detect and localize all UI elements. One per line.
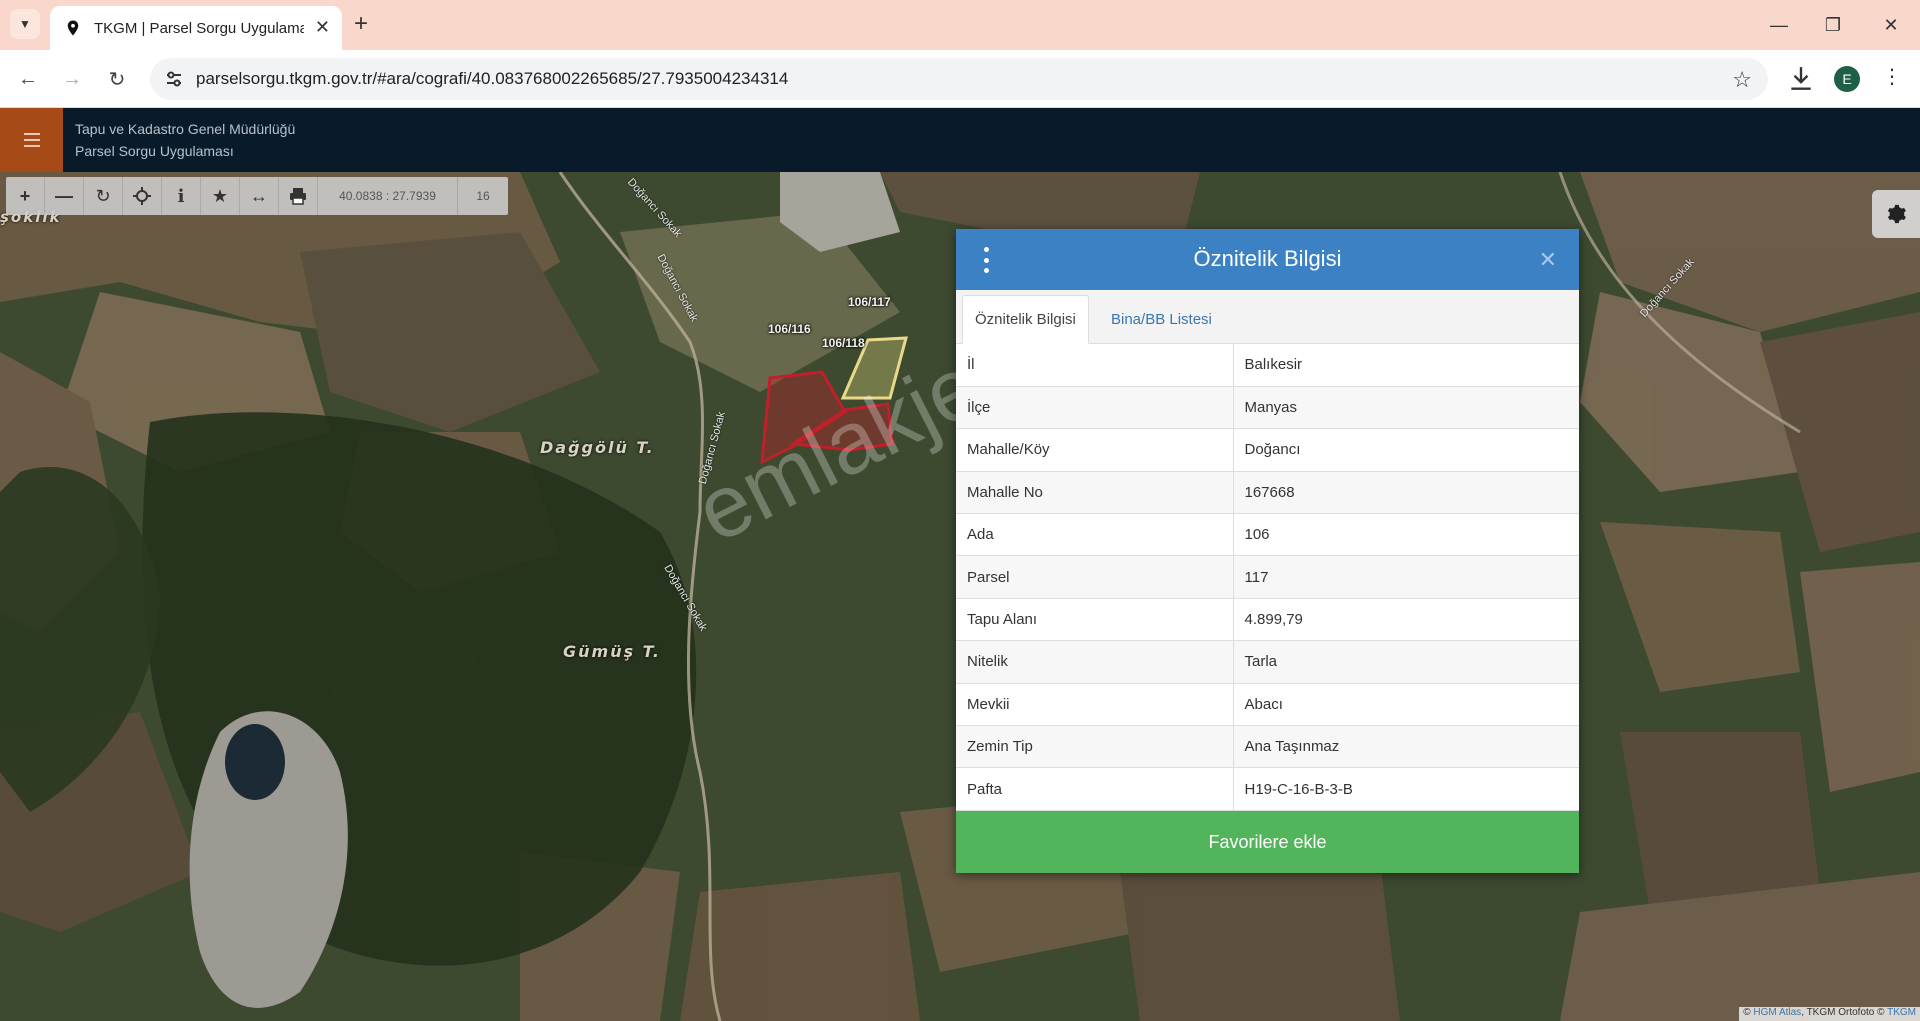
attr-value: Abacı xyxy=(1233,683,1579,727)
forward-arrow-icon[interactable]: → xyxy=(58,65,86,93)
attr-key: Ada xyxy=(956,513,1234,557)
site-info-icon[interactable] xyxy=(164,69,184,89)
attr-key: Zemin Tip xyxy=(956,725,1234,769)
profile-avatar[interactable]: E xyxy=(1834,66,1860,92)
map-toolbar: + — ↻ i ★ ↔ 40.0838 : 27.7939 16 xyxy=(6,177,508,215)
settings-gear-icon[interactable] xyxy=(1872,190,1920,238)
hgm-atlas-link[interactable]: HGM Atlas xyxy=(1753,1007,1801,1018)
attr-key: Tapu Alanı xyxy=(956,598,1234,642)
attr-value: Balıkesir xyxy=(1233,344,1579,387)
location-pin-icon xyxy=(67,20,79,36)
favorite-star-icon[interactable]: ★ xyxy=(201,177,240,215)
tab-list-chevron-icon[interactable]: ▼ xyxy=(10,9,40,39)
zoom-level: 16 xyxy=(476,189,490,203)
attr-value: 4.899,79 xyxy=(1233,598,1579,642)
map-label-daggolu: Dağgölü T. xyxy=(540,438,655,457)
panel-header: Öznitelik Bilgisi ✕ xyxy=(956,229,1579,290)
attr-key: Parsel xyxy=(956,555,1234,599)
locate-crosshair-icon[interactable] xyxy=(123,177,162,215)
app-header: Tapu ve Kadastro Genel Müdürlüğü Parsel … xyxy=(0,108,1920,172)
attr-value: Manyas xyxy=(1233,386,1579,430)
table-row: Nitelik Tarla xyxy=(956,640,1579,684)
parcel-label-116: 106/116 xyxy=(768,322,811,336)
parcel-label-118: 106/118 xyxy=(822,336,865,350)
org-name: Tapu ve Kadastro Genel Müdürlüğü xyxy=(75,121,296,137)
table-row: Mevkii Abacı xyxy=(956,683,1579,727)
new-tab-plus-icon[interactable]: + xyxy=(354,12,368,36)
attr-key: Mevkii xyxy=(956,683,1234,727)
back-arrow-icon[interactable]: ← xyxy=(14,65,42,93)
tab-attribute-info[interactable]: Öznitelik Bilgisi xyxy=(962,295,1089,344)
download-icon[interactable] xyxy=(1788,65,1814,93)
attribute-panel: Öznitelik Bilgisi ✕ Öznitelik Bilgisi Bi… xyxy=(956,229,1579,873)
org-title: Tapu ve Kadastro Genel Müdürlüğü Parsel … xyxy=(75,118,295,162)
panel-title: Öznitelik Bilgisi xyxy=(1193,246,1342,271)
tab-building-list[interactable]: Bina/BB Listesi xyxy=(1099,295,1224,344)
bookmark-star-icon[interactable]: ☆ xyxy=(1732,67,1752,93)
tkgm-link[interactable]: TKGM xyxy=(1887,1007,1916,1018)
hamburger-menu-icon[interactable] xyxy=(0,108,63,172)
attr-value: 117 xyxy=(1233,555,1579,599)
table-row: Mahalle/Köy Doğancı xyxy=(956,428,1579,472)
app-name: Parsel Sorgu Uygulaması xyxy=(75,143,234,159)
attribution-ortofoto: , TKGM Ortofoto © xyxy=(1801,1007,1888,1018)
address-bar[interactable]: parselsorgu.tkgm.gov.tr/#ara/cografi/40.… xyxy=(150,58,1768,100)
table-row: Ada 106 xyxy=(956,513,1579,557)
zoom-in-icon[interactable]: + xyxy=(6,177,45,215)
browser-tab[interactable]: TKGM | Parsel Sorgu Uygulaması ✕ xyxy=(50,6,342,50)
attr-key: İl xyxy=(956,344,1234,387)
parcel-label-117: 106/117 xyxy=(848,295,891,309)
table-row: Tapu Alanı 4.899,79 xyxy=(956,598,1579,642)
attr-value: 167668 xyxy=(1233,471,1579,515)
coordinate-readout: 40.0838 : 27.7939 xyxy=(318,177,458,215)
table-row: Zemin Tip Ana Taşınmaz xyxy=(956,725,1579,769)
info-icon[interactable]: i xyxy=(162,177,201,215)
table-row: Mahalle No 167668 xyxy=(956,471,1579,515)
url-text: parselsorgu.tkgm.gov.tr/#ara/cografi/40.… xyxy=(196,69,789,88)
attribution-copyright: © xyxy=(1743,1007,1754,1018)
table-row: İl Balıkesir xyxy=(956,344,1579,387)
map-label-gumus: Gümüş T. xyxy=(563,642,661,661)
browser-tab-bar: ▼ TKGM | Parsel Sorgu Uygulaması ✕ + — ❐… xyxy=(0,0,1920,50)
table-row: Pafta H19-C-16-B-3-B xyxy=(956,767,1579,811)
attr-value: H19-C-16-B-3-B xyxy=(1233,767,1579,811)
add-to-favorites-button[interactable]: Favorilere ekle xyxy=(956,811,1579,873)
attr-key: Mahalle No xyxy=(956,471,1234,515)
measure-arrows-icon[interactable]: ↔ xyxy=(240,177,279,215)
browser-toolbar: ← → ↻ parselsorgu.tkgm.gov.tr/#ara/cogra… xyxy=(0,50,1920,108)
attr-value: Doğancı xyxy=(1233,428,1579,472)
attr-key: Nitelik xyxy=(956,640,1234,684)
attr-key: Mahalle/Köy xyxy=(956,428,1234,472)
close-tab-icon[interactable]: ✕ xyxy=(315,18,330,36)
restore-icon[interactable]: ❐ xyxy=(1818,10,1848,40)
browser-menu-icon[interactable]: ⋮ xyxy=(1882,64,1902,89)
tab-title: TKGM | Parsel Sorgu Uygulaması xyxy=(94,19,304,37)
map-attribution: © HGM Atlas, TKGM Ortofoto © TKGM xyxy=(1739,1007,1920,1021)
print-icon[interactable] xyxy=(279,177,318,215)
table-row: Parsel 117 xyxy=(956,555,1579,599)
close-window-icon[interactable]: ✕ xyxy=(1876,10,1906,40)
reload-icon[interactable]: ↻ xyxy=(103,65,131,93)
attr-value: 106 xyxy=(1233,513,1579,557)
refresh-icon[interactable]: ↻ xyxy=(84,177,123,215)
table-row: İlçe Manyas xyxy=(956,386,1579,430)
panel-tabs: Öznitelik Bilgisi Bina/BB Listesi xyxy=(956,290,1579,344)
attr-key: Pafta xyxy=(956,767,1234,811)
panel-close-icon[interactable]: ✕ xyxy=(1539,247,1557,273)
attr-value: Tarla xyxy=(1233,640,1579,684)
attr-value: Ana Taşınmaz xyxy=(1233,725,1579,769)
zoom-out-icon[interactable]: — xyxy=(45,177,84,215)
attr-key: İlçe xyxy=(956,386,1234,430)
attribute-table: İl Balıkesir İlçe Manyas Mahalle/Köy Doğanc… xyxy=(956,344,1579,811)
minimize-icon[interactable]: — xyxy=(1764,10,1794,40)
